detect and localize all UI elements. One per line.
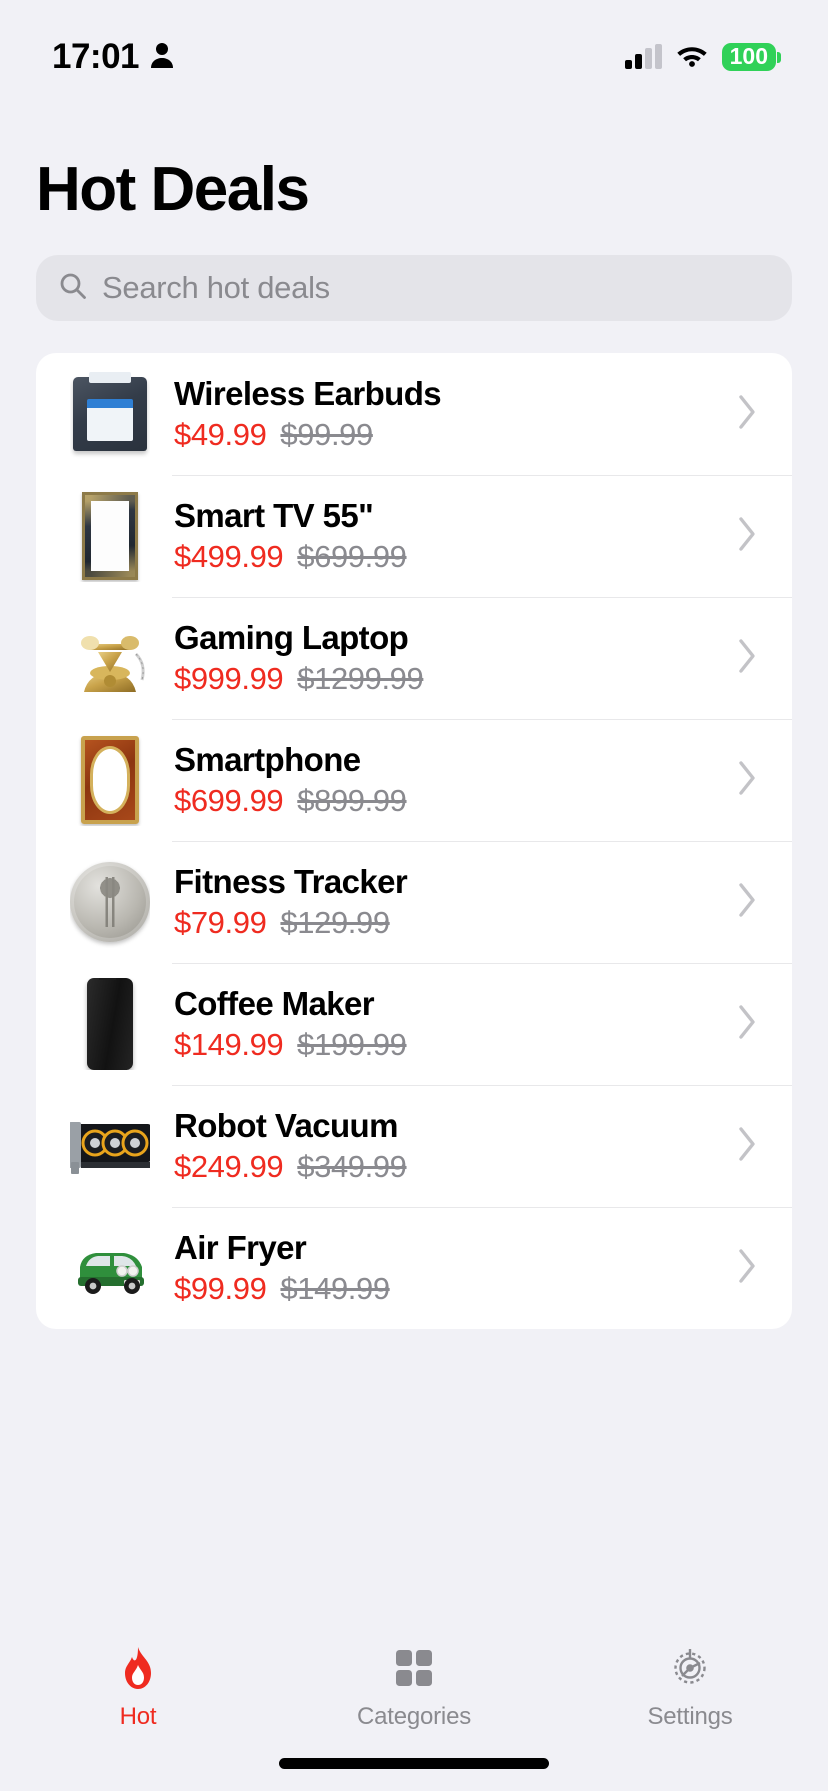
cellular-signal-icon (624, 44, 662, 69)
tab-categories[interactable]: Categories (276, 1645, 552, 1731)
status-bar-clock: 17:01 (52, 37, 140, 76)
deal-original-price: $99.99 (280, 417, 373, 453)
person-icon (150, 41, 174, 74)
battery-indicator: 100 (721, 43, 782, 71)
chevron-right-icon[interactable] (736, 759, 758, 802)
home-indicator[interactable] (279, 1758, 549, 1769)
deal-row[interactable]: Robot Vacuum $249.99 $349.99 (36, 1085, 792, 1207)
deal-name: Coffee Maker (174, 984, 375, 1022)
chevron-right-icon[interactable] (736, 1247, 758, 1290)
product-thumbnail-gaming-laptop (70, 612, 150, 704)
page-title: Hot Deals (36, 155, 310, 224)
product-thumbnail-smart-tv (70, 490, 150, 582)
deal-price-row: $699.99 $899.99 (174, 783, 736, 819)
tab-hot[interactable]: Hot (0, 1645, 276, 1731)
deal-row[interactable]: Wireless Earbuds $49.99 $99.99 (36, 353, 792, 475)
deal-info: Coffee Maker $149.99 $199.99 (150, 985, 736, 1064)
deal-info: Gaming Laptop $999.99 $1299.99 (150, 619, 736, 698)
deal-row[interactable]: Smart TV 55" $499.99 $699.99 (36, 475, 792, 597)
deal-name: Gaming Laptop (174, 618, 409, 656)
deal-info: Smartphone $699.99 $899.99 (150, 741, 736, 820)
deal-name: Air Fryer (174, 1228, 307, 1266)
deal-sale-price: $99.99 (174, 1271, 267, 1307)
deal-price-row: $999.99 $1299.99 (174, 661, 736, 697)
product-thumbnail-coffee-maker (70, 978, 150, 1070)
wifi-icon (676, 43, 708, 72)
deal-name: Robot Vacuum (174, 1106, 398, 1144)
chevron-right-icon[interactable] (736, 1003, 758, 1046)
deal-price-row: $499.99 $699.99 (174, 539, 736, 575)
search-placeholder: Search hot deals (102, 270, 330, 305)
deal-sale-price: $499.99 (174, 539, 284, 575)
deal-info: Smart TV 55" $499.99 $699.99 (150, 497, 736, 576)
status-bar-right: 100 (624, 43, 782, 72)
deal-original-price: $199.99 (297, 1027, 407, 1063)
deal-original-price: $899.99 (297, 783, 407, 819)
deal-original-price: $149.99 (280, 1271, 390, 1307)
chevron-right-icon[interactable] (736, 515, 758, 558)
tab-settings-label: Settings (647, 1703, 733, 1730)
product-thumbnail-fitness-tracker (70, 856, 150, 948)
search-section: Search hot deals (0, 225, 828, 321)
chevron-right-icon[interactable] (736, 393, 758, 436)
deal-info: Wireless Earbuds $49.99 $99.99 (150, 375, 736, 454)
deal-price-row: $149.99 $199.99 (174, 1027, 736, 1063)
deal-sale-price: $699.99 (174, 783, 284, 819)
status-bar: 17:01 100 (0, 0, 828, 92)
product-thumbnail-smartphone (70, 734, 150, 826)
tab-hot-label: Hot (119, 1703, 157, 1730)
deal-sale-price: $79.99 (174, 905, 267, 941)
deals-list: Wireless Earbuds $49.99 $99.99 Smart TV … (36, 353, 792, 1329)
deal-price-row: $249.99 $349.99 (174, 1149, 736, 1185)
status-bar-left: 17:01 (52, 37, 174, 77)
search-icon (58, 271, 88, 306)
deal-name: Wireless Earbuds (174, 374, 442, 412)
flame-icon (117, 1645, 159, 1691)
deal-sale-price: $249.99 (174, 1149, 284, 1185)
deal-price-row: $79.99 $129.99 (174, 905, 736, 941)
chevron-right-icon[interactable] (736, 881, 758, 924)
deal-price-row: $49.99 $99.99 (174, 417, 736, 453)
chevron-right-icon[interactable] (736, 1125, 758, 1168)
deal-original-price: $1299.99 (297, 661, 424, 697)
deal-info: Robot Vacuum $249.99 $349.99 (150, 1107, 736, 1186)
deal-row[interactable]: Air Fryer $99.99 $149.99 (36, 1207, 792, 1329)
tab-bar: Hot Categories Settings (0, 1645, 828, 1731)
deal-info: Fitness Tracker $79.99 $129.99 (150, 863, 736, 942)
tab-settings[interactable]: Settings (552, 1645, 828, 1731)
product-thumbnail-wireless-earbuds (70, 368, 150, 460)
deal-original-price: $349.99 (297, 1149, 407, 1185)
deal-price-row: $99.99 $149.99 (174, 1271, 736, 1307)
grid-icon (393, 1645, 435, 1691)
chevron-right-icon[interactable] (736, 637, 758, 680)
deal-name: Smartphone (174, 740, 361, 778)
deal-original-price: $699.99 (297, 539, 407, 575)
product-thumbnail-robot-vacuum (70, 1100, 150, 1192)
deal-row[interactable]: Coffee Maker $149.99 $199.99 (36, 963, 792, 1085)
deal-original-price: $129.99 (280, 905, 390, 941)
deal-name: Fitness Tracker (174, 862, 408, 900)
deal-sale-price: $149.99 (174, 1027, 284, 1063)
deal-row[interactable]: Gaming Laptop $999.99 $1299.99 (36, 597, 792, 719)
deal-sale-price: $49.99 (174, 417, 267, 453)
product-thumbnail-air-fryer (70, 1222, 150, 1314)
gear-icon (667, 1645, 713, 1691)
deal-info: Air Fryer $99.99 $149.99 (150, 1229, 736, 1308)
tab-categories-label: Categories (356, 1703, 472, 1730)
deal-row[interactable]: Fitness Tracker $79.99 $129.99 (36, 841, 792, 963)
deal-sale-price: $999.99 (174, 661, 284, 697)
deal-name: Smart TV 55" (174, 496, 374, 534)
search-input[interactable]: Search hot deals (36, 255, 792, 321)
deal-row[interactable]: Smartphone $699.99 $899.99 (36, 719, 792, 841)
